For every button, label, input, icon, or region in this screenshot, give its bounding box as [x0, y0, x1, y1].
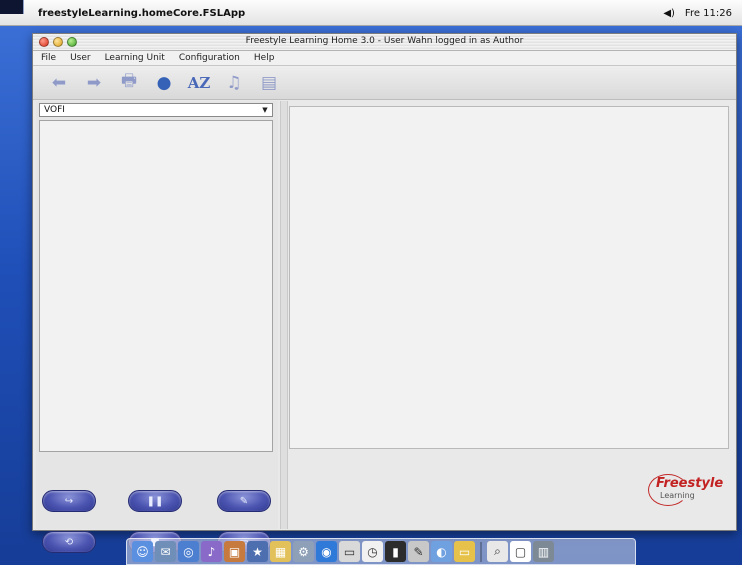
imovie-icon[interactable]: ★ — [247, 541, 268, 562]
freestyle-learning-logo: Freestyle Learning — [648, 474, 726, 508]
mail-icon[interactable]: ✉ — [155, 541, 176, 562]
menu-user[interactable]: User — [70, 53, 91, 63]
print-icon[interactable]: 🖶 — [117, 71, 141, 95]
pause-button[interactable]: ❚❚ — [128, 490, 182, 512]
pause-icon: ❚❚ — [146, 495, 164, 507]
trash-icon[interactable]: ▥ — [533, 541, 554, 562]
split-pane-divider[interactable] — [280, 101, 288, 529]
volume-icon[interactable]: ◀) — [663, 8, 675, 19]
active-app-name[interactable]: freestyleLearning.homeCore.FSLApp — [38, 8, 245, 19]
loop-button[interactable]: ⟲ — [42, 531, 96, 553]
logo-subword: Learning — [660, 491, 695, 500]
terminal-dark-icon[interactable]: ▮ — [385, 541, 406, 562]
back-arrow-icon[interactable]: ⬅ — [47, 71, 71, 95]
folder-icon[interactable]: ▭ — [454, 541, 475, 562]
dock-separator — [480, 541, 482, 562]
itunes-icon[interactable]: ♪ — [201, 541, 222, 562]
window-titlebar[interactable]: Freestyle Learning Home 3.0 - User Wahn … — [33, 34, 736, 51]
textedit-icon[interactable]: ✎ — [408, 541, 429, 562]
menu-help[interactable]: Help — [254, 53, 275, 63]
preview-icon[interactable]: ▭ — [339, 541, 360, 562]
finder-icon[interactable]: ☺ — [132, 541, 153, 562]
menu-configuration[interactable]: Configuration — [179, 53, 240, 63]
safari-icon[interactable]: ◎ — [178, 541, 199, 562]
learning-unit-select[interactable]: VOFI ▼ — [39, 103, 273, 117]
edit-icon: ✎ — [239, 495, 249, 507]
document-icon[interactable]: ▤ — [257, 71, 281, 95]
learning-unit-list[interactable] — [39, 120, 273, 452]
blank-window-icon[interactable]: ▢ — [510, 541, 531, 562]
iphoto-icon[interactable]: ▣ — [224, 541, 245, 562]
app-window: Freestyle Learning Home 3.0 - User Wahn … — [32, 33, 737, 553]
screenshot-corner-marker — [0, 0, 24, 14]
forward-button[interactable]: ↪ — [42, 490, 96, 512]
az-icon[interactable]: AZ — [187, 71, 211, 95]
chevron-down-icon[interactable]: ▼ — [259, 105, 271, 115]
window-menubar: File User Learning Unit Configuration He… — [33, 51, 736, 66]
clock-icon[interactable]: ◷ — [362, 541, 383, 562]
content-area — [289, 106, 729, 449]
menubar-clock[interactable]: Fre 11:26 — [685, 8, 732, 19]
loop-icon: ⟲ — [64, 536, 74, 548]
system-prefs-icon[interactable]: ⚙ — [293, 541, 314, 562]
forward-icon: ↪ — [64, 495, 74, 507]
terminal-icon[interactable]: ◉ — [316, 541, 337, 562]
music-icon[interactable]: ♫ — [222, 71, 246, 95]
window-title: Freestyle Learning Home 3.0 - User Wahn … — [245, 36, 524, 46]
ical-icon[interactable]: ▦ — [270, 541, 291, 562]
spotlight-icon[interactable]: ⌕ — [487, 541, 508, 562]
menu-learning-unit[interactable]: Learning Unit — [105, 53, 165, 63]
dock: ☺ ✉ ◎ ♪ ▣ ★ ▦ ⚙ ◉ ▭ ◷ ▮ ✎ ◐ ▭ ⌕ ▢ ▥ — [126, 538, 636, 565]
edit-button[interactable]: ✎ — [217, 490, 271, 512]
system-menubar: freestyleLearning.homeCore.FSLApp ◀) Fre… — [0, 0, 742, 26]
forward-arrow-icon[interactable]: ➡ — [82, 71, 106, 95]
address-book-icon[interactable]: ◐ — [431, 541, 452, 562]
logo-word: Freestyle — [656, 476, 724, 491]
globe-icon[interactable]: ● — [152, 71, 176, 95]
learning-unit-select-value: VOFI — [44, 105, 65, 115]
toolbar: ⬅ ➡ 🖶 ● AZ ♫ ▤ — [33, 66, 736, 100]
left-pane: VOFI ▼ ↪ ❚❚ ✎ ⟲ ■ ▭ — [36, 101, 278, 553]
menubar-status: ◀) Fre 11:26 — [663, 8, 732, 19]
menu-file[interactable]: File — [41, 53, 56, 63]
